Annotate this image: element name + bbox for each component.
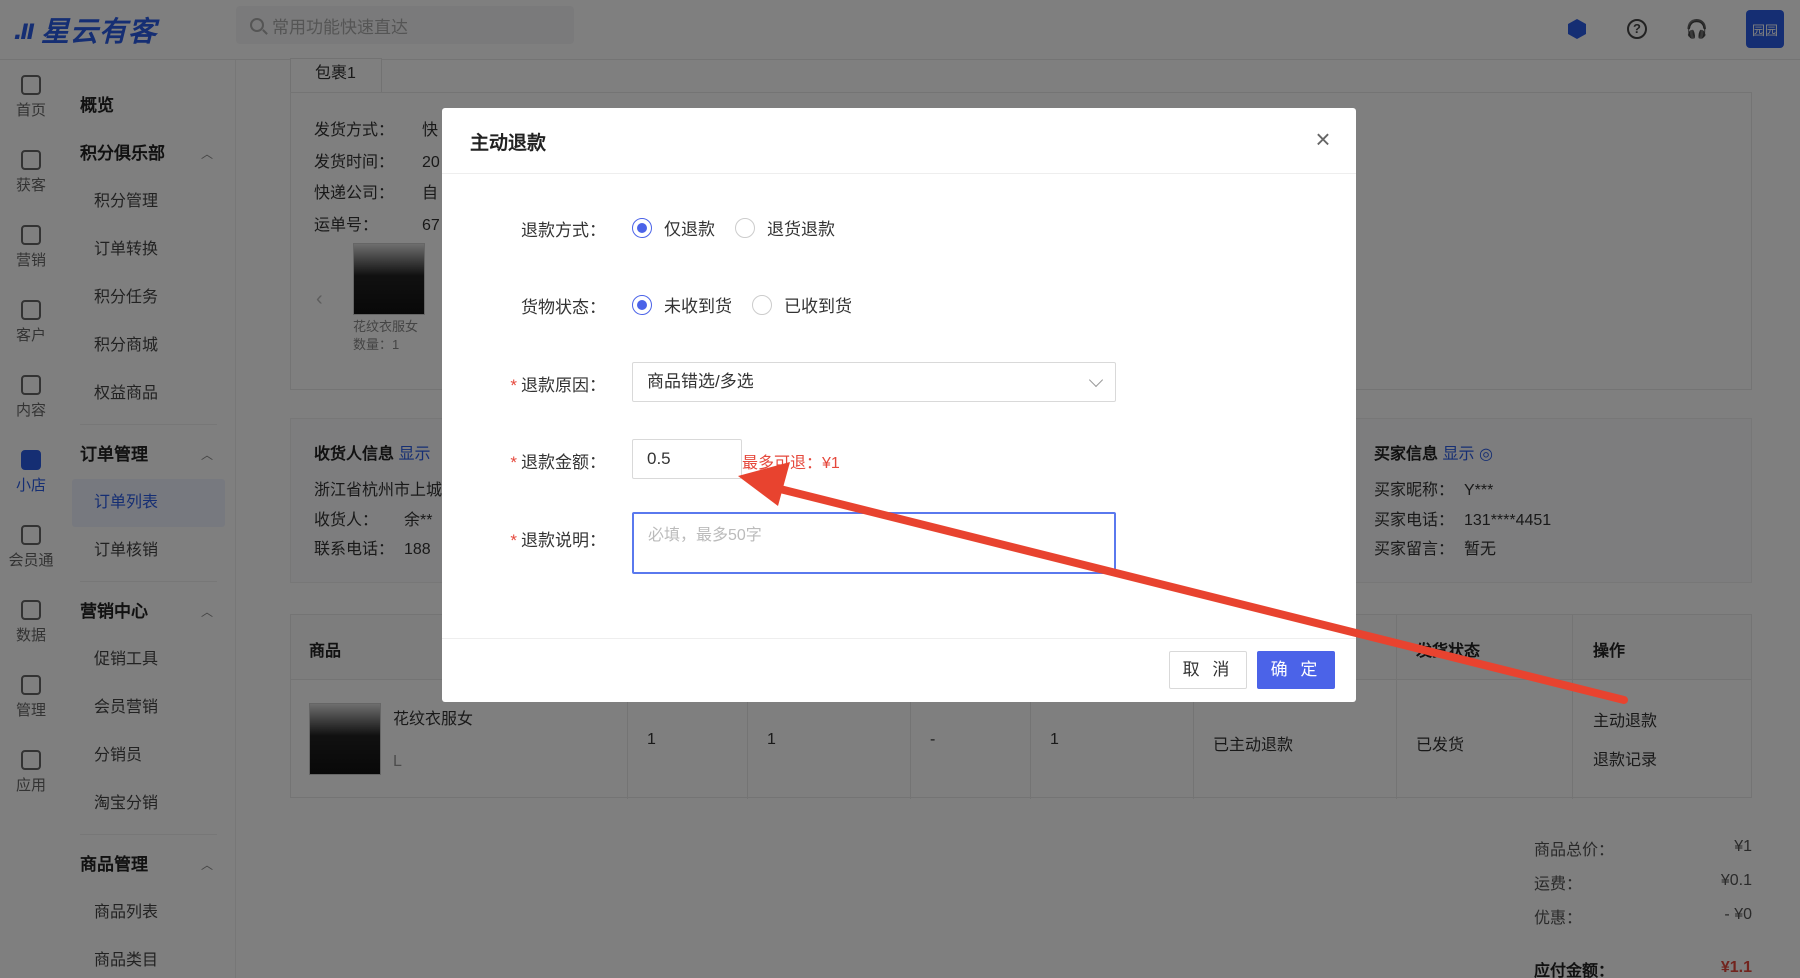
refund-amount-label: * 退款金额：	[442, 448, 606, 473]
refund-desc-label: * 退款说明：	[442, 526, 606, 551]
radio-unchecked-icon	[735, 217, 755, 238]
cancel-button[interactable]: 取 消	[1169, 651, 1247, 689]
select-value: 商品错选/多选	[647, 372, 754, 391]
radio-received[interactable]: 已收到货	[752, 292, 852, 317]
radio-return-refund[interactable]: 退货退款	[735, 215, 835, 240]
radio-refund-only[interactable]: 仅退款	[632, 215, 715, 240]
refund-method-label: 退款方式：	[521, 221, 606, 240]
refund-reason-label: * 退款原因：	[442, 371, 606, 396]
radio-label: 未收到货	[664, 297, 732, 316]
radio-checked-icon	[632, 217, 652, 238]
radio-unchecked-icon	[752, 294, 772, 315]
dialog-footer: 取 消 确 定	[442, 638, 1356, 702]
radio-not-received[interactable]: 未收到货	[632, 292, 732, 317]
radio-label: 退货退款	[767, 220, 835, 239]
label-text: 退款说明：	[521, 531, 606, 550]
required-mark: *	[510, 531, 517, 550]
refund-amount-input[interactable]: 0.5	[632, 439, 742, 479]
goods-status-label: 货物状态：	[521, 298, 606, 317]
close-icon[interactable]: ×	[1308, 124, 1338, 154]
required-mark: *	[510, 376, 517, 395]
label-text: 退款金额：	[521, 453, 606, 472]
max-refund-tip: 最多可退：¥1	[742, 455, 840, 472]
refund-dialog: 主动退款 × 退款方式： 仅退款 退货退款 货物状态： 未收到货 已收到货 * 退…	[442, 108, 1356, 702]
refund-reason-select[interactable]: 商品错选/多选	[632, 362, 1116, 402]
confirm-button[interactable]: 确 定	[1257, 651, 1335, 689]
refund-desc-textarea[interactable]: 必填，最多50字	[632, 512, 1116, 574]
label-text: 退款原因：	[521, 376, 606, 395]
radio-label: 仅退款	[664, 220, 715, 239]
required-mark: *	[510, 453, 517, 472]
chevron-down-icon	[1088, 372, 1104, 388]
radio-checked-icon	[632, 294, 652, 315]
dialog-header: 主动退款 ×	[442, 108, 1356, 174]
radio-label: 已收到货	[784, 297, 852, 316]
dialog-title: 主动退款	[470, 133, 547, 154]
